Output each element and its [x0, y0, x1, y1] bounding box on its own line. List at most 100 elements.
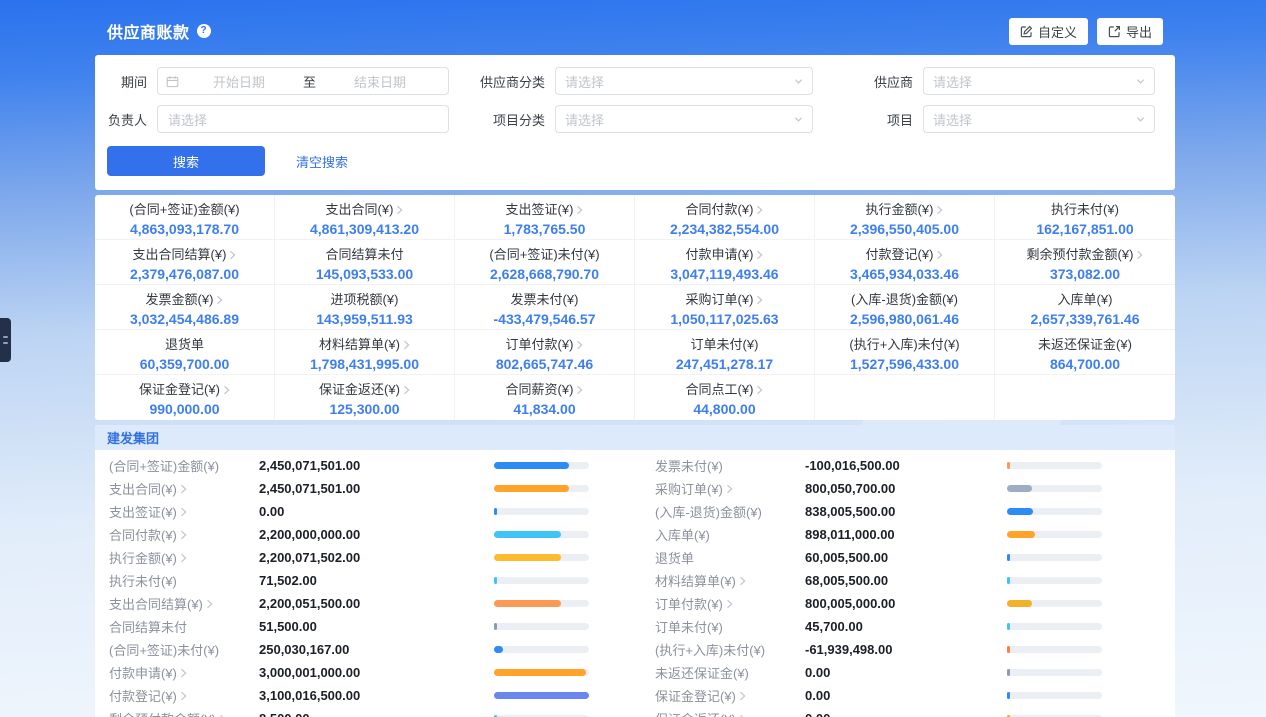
detail-row-label: 入库单(¥) [655, 525, 805, 544]
export-button[interactable]: 导出 [1097, 18, 1163, 45]
stat-card[interactable]: 付款登记(¥) 3,465,934,033.46 [815, 240, 995, 285]
detail-row-label: 退货单 [655, 548, 805, 567]
stat-card-value: 1,783,765.50 [455, 221, 634, 237]
stat-card[interactable]: 合同点工(¥) 44,800.00 [635, 375, 815, 420]
page-header: 供应商账款 ? 自定义 导出 [95, 17, 1175, 45]
group-name: 建发集团 [107, 428, 159, 447]
arrow-right-icon [756, 385, 763, 395]
detail-label-text: 保证金返还(¥) [655, 709, 736, 717]
group-col-right: 发票未付(¥) -100,016,500.00 采购订单(¥) 800,050,… [635, 454, 1175, 717]
stat-card-label: 材料结算单(¥) [275, 337, 454, 352]
detail-row-value: -100,016,500.00 [805, 458, 900, 473]
detail-row-label: 发票未付(¥) [655, 456, 805, 475]
stat-label-text: 付款登记(¥) [866, 247, 934, 262]
stat-card[interactable]: 执行金额(¥) 2,396,550,405.00 [815, 195, 995, 240]
end-date-placeholder[interactable]: 结束日期 [320, 72, 440, 91]
supplier-category-select[interactable]: 请选择 [555, 67, 813, 95]
stat-card[interactable]: 订单付款(¥) 802,665,747.46 [455, 330, 635, 375]
stat-label-text: 保证金返还(¥) [319, 382, 400, 397]
detail-row-label: 执行未付(¥) [109, 571, 259, 590]
progress-bar [1007, 485, 1102, 492]
detail-row-label[interactable]: 执行金额(¥) [109, 548, 259, 567]
stat-card: (合同+签证)金额(¥) 4,863,093,178.70 [95, 195, 275, 240]
detail-row: 支出合同结算(¥) 2,200,051,500.00 [95, 592, 635, 615]
progress-bar-fill [1007, 692, 1010, 699]
side-drawer-handle[interactable] [0, 318, 11, 362]
group-col-left: (合同+签证)金额(¥) 2,450,071,501.00 支出合同(¥) 2,… [95, 454, 635, 717]
arrow-right-icon [576, 340, 583, 350]
detail-label-text: 保证金登记(¥) [655, 686, 736, 705]
detail-row-label[interactable]: 支出合同结算(¥) [109, 594, 259, 613]
detail-row-label[interactable]: 付款申请(¥) [109, 663, 259, 682]
progress-bar-fill [1007, 485, 1032, 492]
stat-card: (合同+签证)未付(¥) 2,628,668,790.70 [455, 240, 635, 285]
filter-panel: 期间 开始日期 至 结束日期 供应商分类 请选择 [95, 55, 1175, 190]
stat-card: 合同结算未付 145,093,533.00 [275, 240, 455, 285]
arrow-right-icon [726, 599, 733, 609]
detail-row-label[interactable]: 订单付款(¥) [655, 594, 805, 613]
stat-card[interactable]: 支出合同结算(¥) 2,379,476,087.00 [95, 240, 275, 285]
start-date-placeholder[interactable]: 开始日期 [179, 72, 299, 91]
arrow-right-icon [1136, 250, 1143, 260]
stat-card[interactable]: 保证金返还(¥) 125,300.00 [275, 375, 455, 420]
supplier-select[interactable]: 请选择 [923, 67, 1155, 95]
stat-card: 进项税额(¥) 143,959,511.93 [275, 285, 455, 330]
stat-label-text: 发票未付(¥) [511, 292, 579, 307]
detail-label-text: 订单未付(¥) [655, 617, 723, 636]
detail-row-label[interactable]: 合同付款(¥) [109, 525, 259, 544]
input-placeholder: 请选择 [168, 110, 207, 129]
progress-bar [1007, 462, 1102, 469]
detail-row-label[interactable]: 付款登记(¥) [109, 686, 259, 705]
detail-label-text: 未返还保证金(¥) [655, 663, 749, 682]
customize-button[interactable]: 自定义 [1009, 18, 1088, 45]
progress-bar-fill [494, 531, 561, 538]
detail-row-value: 68,005,500.00 [805, 573, 888, 588]
stat-card-label: 保证金登记(¥) [95, 382, 274, 397]
detail-row-value: 2,200,051,500.00 [259, 596, 360, 611]
stat-card[interactable]: 剩余预付款金额(¥) 373,082.00 [995, 240, 1175, 285]
stat-card[interactable]: 付款申请(¥) 3,047,119,493.46 [635, 240, 815, 285]
stat-card[interactable]: 合同付款(¥) 2,234,382,554.00 [635, 195, 815, 240]
progress-bar-fill [494, 669, 586, 676]
detail-row-label[interactable]: 保证金登记(¥) [655, 686, 805, 705]
detail-row-label[interactable]: 支出签证(¥) [109, 502, 259, 521]
search-button[interactable]: 搜索 [107, 146, 265, 176]
detail-row-label[interactable]: 支出合同(¥) [109, 479, 259, 498]
stat-card[interactable]: 支出合同(¥) 4,861,309,413.20 [275, 195, 455, 240]
help-icon[interactable]: ? [197, 24, 211, 38]
arrow-right-icon [936, 250, 943, 260]
owner-input[interactable]: 请选择 [157, 105, 449, 133]
stat-card[interactable]: 采购订单(¥) 1,050,117,025.63 [635, 285, 815, 330]
group-header: 建发集团 [95, 425, 1175, 450]
detail-row-value: 2,450,071,501.00 [259, 481, 360, 496]
date-range-input[interactable]: 开始日期 至 结束日期 [157, 67, 449, 95]
project-label: 项目 [825, 110, 913, 129]
stat-card[interactable]: 材料结算单(¥) 1,798,431,995.00 [275, 330, 455, 375]
stat-card[interactable]: 发票金额(¥) 3,032,454,486.89 [95, 285, 275, 330]
progress-bar [494, 692, 589, 699]
detail-label-text: 支出合同(¥) [109, 479, 177, 498]
clear-search-link[interactable]: 清空搜索 [296, 152, 348, 171]
detail-row-label[interactable]: 采购订单(¥) [655, 479, 805, 498]
arrow-right-icon [576, 205, 583, 215]
project-select[interactable]: 请选择 [923, 105, 1155, 133]
summary-grid: (合同+签证)金额(¥) 4,863,093,178.70 支出合同(¥) 4,… [95, 195, 1175, 420]
detail-row-label[interactable]: 材料结算单(¥) [655, 571, 805, 590]
detail-row-label[interactable]: 保证金返还(¥) [655, 709, 805, 717]
stat-card-label: 合同点工(¥) [635, 382, 814, 397]
stat-card: 入库单(¥) 2,657,339,761.46 [995, 285, 1175, 330]
edit-icon [1020, 25, 1033, 38]
progress-bar [494, 646, 589, 653]
detail-label-text: 剩余预付款金额(¥) [109, 709, 216, 717]
arrow-right-icon [756, 205, 763, 215]
stat-card[interactable]: 支出签证(¥) 1,783,765.50 [455, 195, 635, 240]
stat-card-value: 4,861,309,413.20 [275, 221, 454, 237]
arrow-right-icon [206, 599, 213, 609]
stat-card-value: 864,700.00 [995, 356, 1175, 372]
stat-card[interactable]: 合同薪资(¥) 41,834.00 [455, 375, 635, 420]
stat-label-text: 付款申请(¥) [686, 247, 754, 262]
detail-row-label[interactable]: 剩余预付款金额(¥) [109, 709, 259, 717]
project-category-select[interactable]: 请选择 [555, 105, 813, 133]
stat-card[interactable]: 保证金登记(¥) 990,000.00 [95, 375, 275, 420]
detail-row: 保证金登记(¥) 0.00 [635, 684, 1175, 707]
